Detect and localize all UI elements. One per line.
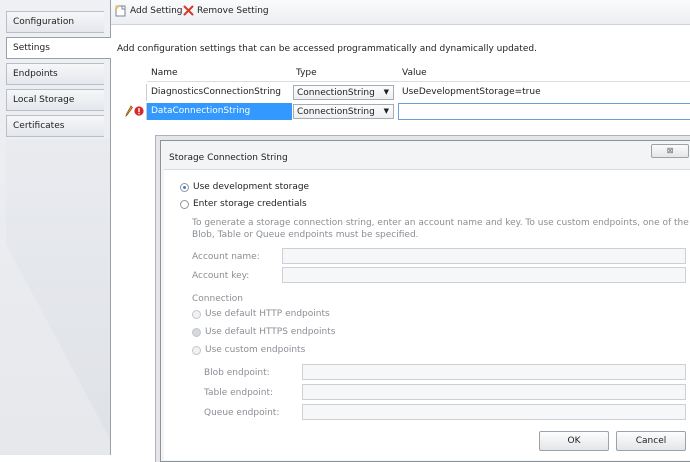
queue-endpoint-label: Queue endpoint:	[204, 408, 280, 418]
grid-header-row: Name Type Value	[117, 65, 690, 82]
storage-connection-dialog: Storage Connection String ⊠ Use developm…	[160, 140, 690, 462]
add-setting-button[interactable]: Add Setting	[115, 5, 183, 17]
table-endpoint-label: Table endpoint:	[204, 388, 274, 398]
error-icon	[134, 106, 144, 119]
setting-name-cell[interactable]: DataConnectionString	[147, 103, 292, 120]
tab-configuration-label: Configuration	[13, 17, 75, 27]
dialog-close-button[interactable]: ⊠	[651, 144, 689, 158]
account-name-label: Account name:	[192, 252, 260, 262]
table-endpoint-input[interactable]	[302, 384, 686, 400]
table-row[interactable]: DataConnectionString ConnectionString ▼	[117, 103, 690, 120]
setting-value-cell[interactable]: UseDevelopmentStorage=true	[398, 84, 690, 101]
custom-endpoints-radio[interactable]: Use custom endpoints	[192, 345, 305, 355]
radio-disabled-icon	[192, 327, 201, 337]
remove-setting-label: Remove Setting	[197, 5, 269, 16]
default-https-radio[interactable]: Use default HTTPS endpoints	[192, 327, 335, 337]
remove-x-icon	[183, 5, 194, 16]
queue-endpoint-input[interactable]	[302, 404, 686, 420]
account-key-input[interactable]	[282, 267, 686, 283]
enter-credentials-radio[interactable]: Enter storage credentials	[180, 199, 307, 209]
connection-group-label: Connection	[192, 294, 243, 304]
setting-type-dropdown[interactable]: ConnectionString ▼	[293, 104, 394, 119]
edit-pencil-icon	[125, 105, 133, 120]
cancel-button[interactable]: Cancel	[616, 431, 686, 451]
table-row[interactable]: DiagnosticsConnectionString ConnectionSt…	[117, 84, 690, 101]
tab-local-storage-label: Local Storage	[13, 95, 75, 105]
enter-credentials-label: Enter storage credentials	[193, 199, 307, 209]
ok-label: OK	[567, 436, 581, 446]
tab-configuration[interactable]: Configuration	[6, 11, 104, 33]
blob-endpoint-label: Blob endpoint:	[204, 368, 270, 378]
add-setting-label: Add Setting	[130, 6, 183, 16]
radio-unchecked-icon	[180, 199, 189, 209]
tab-certificates[interactable]: Certificates	[6, 115, 104, 137]
column-header-name[interactable]: Name	[147, 65, 292, 82]
default-https-label: Use default HTTPS endpoints	[205, 327, 336, 337]
remove-setting-button[interactable]: Remove Setting	[183, 5, 269, 16]
tab-settings[interactable]: Settings	[6, 37, 111, 59]
tab-local-storage[interactable]: Local Storage	[6, 89, 104, 111]
ok-button[interactable]: OK	[539, 431, 609, 451]
add-setting-icon	[115, 5, 127, 17]
radio-checked-icon	[180, 182, 189, 192]
dropdown-arrow-icon: ▼	[383, 107, 389, 115]
column-header-value[interactable]: Value	[398, 65, 690, 82]
account-name-input[interactable]	[282, 248, 686, 264]
use-dev-storage-radio[interactable]: Use development storage	[180, 182, 309, 192]
settings-description: Add configuration settings that can be a…	[117, 44, 537, 54]
settings-toolbar: Add Setting Remove Setting	[111, 0, 690, 25]
help-text-line-2: Blob, Table or Queue endpoints must be s…	[192, 230, 419, 240]
radio-unchecked-icon	[192, 345, 201, 355]
dialog-body: Use development storage Enter storage cr…	[164, 169, 690, 460]
account-key-label: Account key:	[192, 271, 250, 281]
designer-tab-strip: Configuration Settings Endpoints Local S…	[0, 0, 111, 455]
column-header-type[interactable]: Type	[292, 65, 398, 82]
tab-strip-fold	[6, 139, 110, 439]
row-selector[interactable]	[117, 84, 147, 101]
use-dev-storage-label: Use development storage	[193, 182, 310, 192]
cancel-label: Cancel	[635, 436, 667, 446]
tab-endpoints-label: Endpoints	[13, 69, 58, 79]
setting-type-value: ConnectionString	[297, 107, 375, 117]
setting-value-cell[interactable]	[398, 103, 690, 120]
custom-endpoints-label: Use custom endpoints	[205, 345, 306, 355]
radio-unchecked-icon	[192, 309, 201, 319]
setting-type-value: ConnectionString	[297, 88, 375, 98]
setting-type-dropdown[interactable]: ConnectionString ▼	[293, 85, 394, 100]
tab-certificates-label: Certificates	[13, 121, 65, 131]
default-http-label: Use default HTTP endpoints	[205, 309, 330, 319]
close-icon: ⊠	[666, 146, 674, 155]
setting-name-cell[interactable]: DiagnosticsConnectionString	[147, 84, 292, 101]
tab-endpoints[interactable]: Endpoints	[6, 63, 104, 85]
blob-endpoint-input[interactable]	[302, 364, 686, 380]
tab-settings-label: Settings	[13, 43, 50, 53]
help-text-line-1: To generate a storage connection string,…	[192, 218, 689, 228]
default-http-radio[interactable]: Use default HTTP endpoints	[192, 309, 330, 319]
row-selector[interactable]	[117, 103, 147, 120]
dropdown-arrow-icon: ▼	[383, 88, 389, 96]
dialog-title: Storage Connection String	[169, 153, 288, 163]
